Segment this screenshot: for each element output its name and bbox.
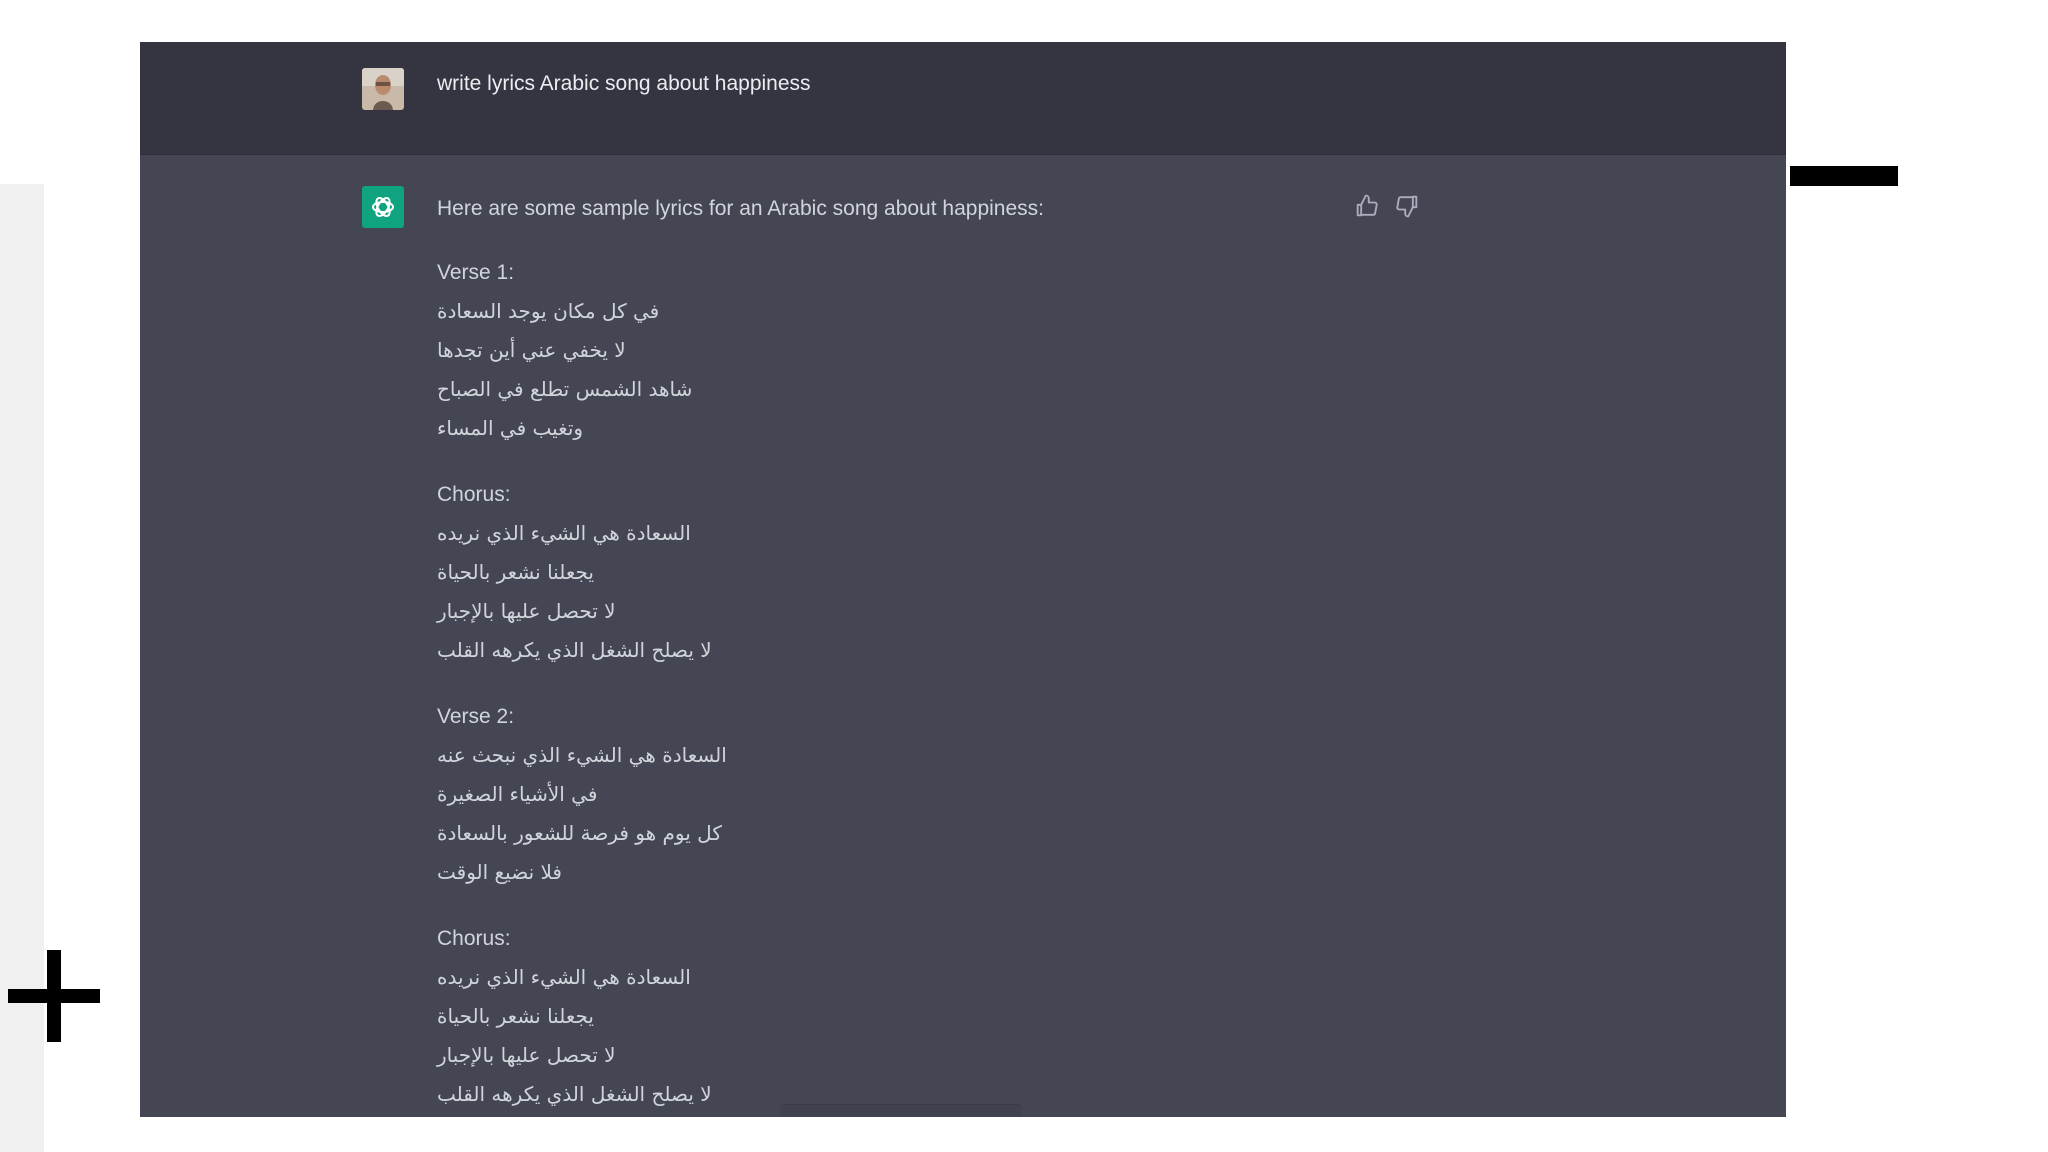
lyric-line: وتغيب في المساء <box>437 409 1437 448</box>
lyric-line-text: السعادة هي الشيء الذي نريده <box>437 521 691 545</box>
lyric-line: شاهد الشمس تطلع في الصباح <box>437 370 1437 409</box>
lyric-line: السعادة هي الشيء الذي نريده <box>437 514 1437 553</box>
plus-icon <box>8 950 100 1042</box>
lyrics-stanza: Verse 1: في كل مكان يوجد السعادة لا يخفي ع… <box>437 253 1437 448</box>
lyrics-stanza: Chorus: السعادة هي الشيء الذي نريده يجعلنا… <box>437 475 1437 670</box>
lyric-line: لا تحصل عليها بالإجبار <box>437 592 1437 631</box>
lyric-line-text: في الأشياء الصغيرة <box>437 782 598 806</box>
lyric-line: السعادة هي الشيء الذي نبحث عنه <box>437 736 1437 775</box>
lyrics-stanza: Chorus: السعادة هي الشيء الذي نريده يجعلنا… <box>437 919 1437 1114</box>
lyric-line-text: يجعلنا نشعر بالحياة <box>437 560 594 584</box>
lyric-line-text: وتغيب في المساء <box>437 416 584 440</box>
lyric-line: السعادة هي الشيء الذي نريده <box>437 958 1437 997</box>
stanza-heading: Verse 2: <box>437 705 515 728</box>
user-message-text: write lyrics Arabic song about happiness <box>437 72 811 95</box>
user-message-row: write lyrics Arabic song about happiness <box>140 42 1786 155</box>
lyric-line-text: يجعلنا نشعر بالحياة <box>437 1004 594 1028</box>
thumbs-down-icon[interactable] <box>1393 192 1421 220</box>
lyric-line-text: لا تحصل عليها بالإجبار <box>437 1043 616 1067</box>
lyric-line-text: لا يخفي عني أين تجدها <box>437 338 626 362</box>
chat-window: write lyrics Arabic song about happiness… <box>140 42 1786 1117</box>
user-avatar <box>362 68 404 110</box>
lyric-line-text: فلا نضيع الوقت <box>437 860 562 884</box>
lyric-line: في الأشياء الصغيرة <box>437 775 1437 814</box>
lyrics: Verse 1: في كل مكان يوجد السعادة لا يخفي ع… <box>437 253 1437 1114</box>
assistant-message: Here are some sample lyrics for an Arabi… <box>437 192 1437 1117</box>
feedback-buttons <box>1353 192 1443 222</box>
lyric-line-text: لا يصلح الشغل الذي يكرهه القلب <box>437 1082 712 1106</box>
lyric-line-text: لا يصلح الشغل الذي يكرهه القلب <box>437 638 712 662</box>
lyric-line: كل يوم هو فرصة للشعور بالسعادة <box>437 814 1437 853</box>
openai-logo-icon <box>362 186 404 228</box>
lyric-line: في كل مكان يوجد السعادة <box>437 292 1437 331</box>
lyric-line-text: السعادة هي الشيء الذي نريده <box>437 965 691 989</box>
lyric-line: لا يخفي عني أين تجدها <box>437 331 1437 370</box>
black-bar-marker <box>1790 166 1898 186</box>
stanza-heading: Chorus: <box>437 483 511 506</box>
lyric-line-text: كل يوم هو فرصة للشعور بالسعادة <box>437 821 722 845</box>
lyric-line: يجعلنا نشعر بالحياة <box>437 553 1437 592</box>
lyric-line: فلا نضيع الوقت <box>437 853 1437 892</box>
thumbs-up-icon[interactable] <box>1353 192 1381 220</box>
stanza-heading: Chorus: <box>437 927 511 950</box>
lyric-line: يجعلنا نشعر بالحياة <box>437 997 1437 1036</box>
lyric-line-text: شاهد الشمس تطلع في الصباح <box>437 377 693 401</box>
stanza-heading: Verse 1: <box>437 261 515 284</box>
scroll-to-bottom-hint[interactable] <box>780 1104 1022 1117</box>
lyrics-stanza: Verse 2: السعادة هي الشيء الذي نبحث عنه في… <box>437 697 1437 892</box>
lyric-line-text: السعادة هي الشيء الذي نبحث عنه <box>437 743 727 767</box>
lyric-line: لا تحصل عليها بالإجبار <box>437 1036 1437 1075</box>
lyric-line-text: في كل مكان يوجد السعادة <box>437 299 660 323</box>
lyric-line-text: لا تحصل عليها بالإجبار <box>437 599 616 623</box>
assistant-intro: Here are some sample lyrics for an Arabi… <box>437 197 1044 220</box>
lyric-line: لا يصلح الشغل الذي يكرهه القلب <box>437 631 1437 670</box>
